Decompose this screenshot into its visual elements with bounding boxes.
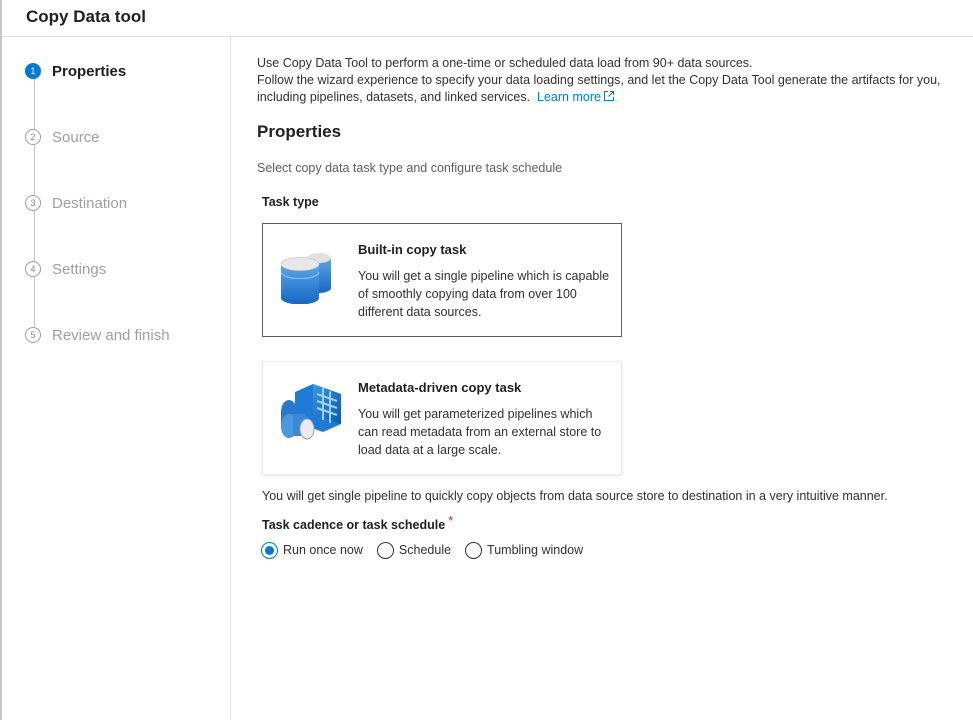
step-number: 4 (25, 261, 41, 277)
task-cadence-label: Task cadence or task schedule * (262, 514, 453, 532)
section-title: Properties (257, 122, 342, 141)
radio-tumbling-window[interactable]: Tumbling window (465, 541, 584, 559)
intro-line-2: Follow the wizard experience to specify … (257, 72, 957, 106)
learn-more-label: Learn more (537, 90, 601, 104)
radio-label: Tumbling window (487, 543, 584, 557)
intro-line-1: Use Copy Data Tool to perform a one-time… (257, 56, 753, 70)
database-icon (280, 253, 331, 304)
step-properties[interactable]: 1 Properties (25, 60, 126, 82)
step-label: Destination (52, 194, 128, 212)
step-number: 2 (25, 129, 41, 145)
radio-label: Run once now (283, 543, 363, 557)
page-title: Copy Data tool (26, 7, 146, 26)
copy-data-tool-window: Copy Data tool 1 Properties 2 Source 3 D… (0, 0, 973, 720)
step-settings: 4 Settings (25, 258, 106, 280)
metadata-table-icon (281, 384, 341, 440)
radio-circle[interactable] (261, 541, 278, 559)
task-type-label: Task type (262, 195, 319, 209)
built-in-copy-task-card[interactable]: Built-in copy task You will get a single… (262, 223, 622, 337)
step-number: 3 (25, 195, 41, 211)
intro-text: Use Copy Data Tool to perform a one-time… (257, 55, 957, 106)
card-title: Metadata-driven copy task (358, 380, 522, 395)
step-source: 2 Source (25, 126, 100, 148)
wizard-steps-sidebar: 1 Properties 2 Source 3 Destination 4 Se… (2, 37, 231, 720)
radio-label: Schedule (398, 543, 452, 557)
step-destination: 3 Destination (25, 192, 127, 214)
step-number: 5 (25, 327, 41, 343)
step-number: 1 (25, 63, 41, 79)
step-label: Properties (52, 62, 127, 80)
required-marker: * (448, 514, 454, 528)
task-type-note: You will get single pipeline to quickly … (262, 489, 888, 503)
step-label: Source (52, 128, 100, 146)
section-description: Select copy data task type and configure… (257, 161, 563, 175)
step-label: Settings (52, 260, 107, 278)
external-link-icon (603, 91, 614, 101)
step-review-and-finish: 5 Review and finish (25, 324, 170, 346)
task-cadence-radio-group: Run once now Schedule Tumbling window (261, 540, 597, 560)
radio-circle[interactable] (376, 541, 394, 559)
card-title: Built-in copy task (358, 242, 467, 257)
card-description: You will get a single pipeline which is … (358, 269, 610, 319)
radio-schedule[interactable]: Schedule (376, 541, 452, 559)
metadata-driven-copy-task-card[interactable]: Metadata-driven copy task You will get p… (262, 361, 622, 475)
card-description: You will get parameterized pipelines whi… (358, 407, 602, 457)
main-content: Use Copy Data Tool to perform a one-time… (232, 37, 973, 720)
header: Copy Data tool (2, 0, 973, 37)
radio-run-once-now[interactable]: Run once now (261, 541, 363, 559)
task-cadence-label-text: Task cadence or task schedule (262, 518, 446, 532)
step-label: Review and finish (52, 326, 170, 344)
radio-circle[interactable] (465, 541, 483, 559)
learn-more-link[interactable]: Learn more (537, 90, 615, 104)
